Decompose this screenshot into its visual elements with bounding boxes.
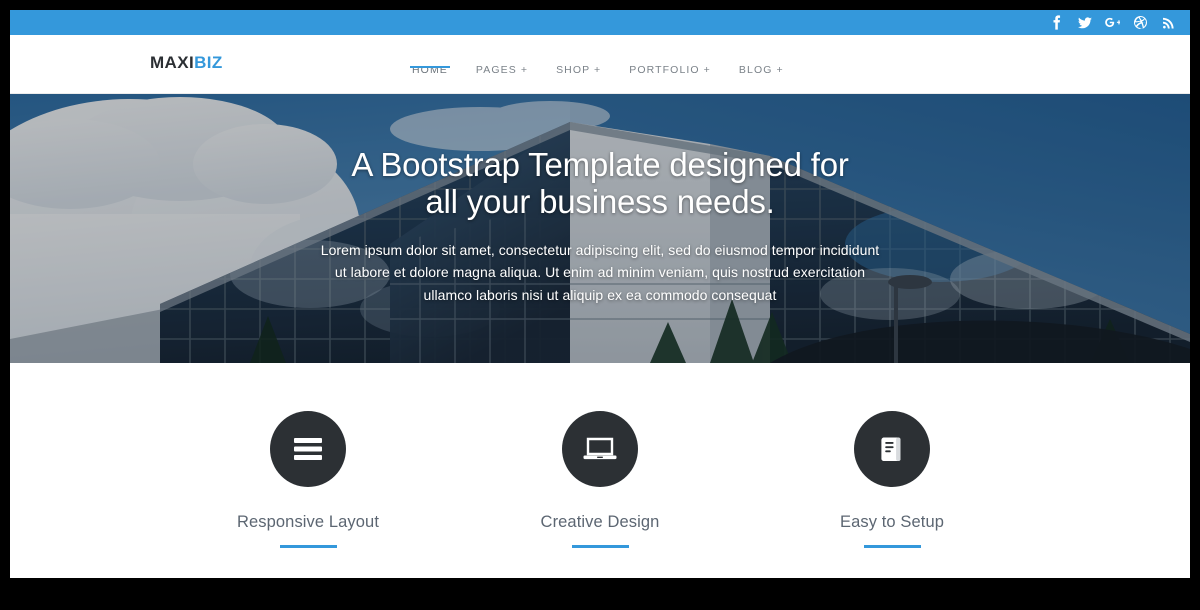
feature-responsive-layout[interactable]: Responsive Layout bbox=[162, 411, 454, 548]
rss-icon[interactable] bbox=[1161, 15, 1176, 30]
features-section: Responsive Layout Creative Design Easy t… bbox=[10, 363, 1190, 578]
site-logo[interactable]: MAXIBIZ bbox=[150, 53, 223, 73]
hero-title-line-1: A Bootstrap Template designed for bbox=[351, 146, 849, 183]
hero-text-block: A Bootstrap Template designed for all yo… bbox=[10, 146, 1190, 307]
nav-item-pages[interactable]: PAGES + bbox=[462, 64, 542, 93]
google-plus-icon[interactable] bbox=[1105, 15, 1120, 30]
logo-accent-text: BIZ bbox=[194, 53, 223, 72]
nav-item-home[interactable]: HOME bbox=[398, 64, 462, 93]
twitter-icon[interactable] bbox=[1077, 15, 1092, 30]
feature-title: Easy to Setup bbox=[839, 513, 945, 531]
screenshot-viewport: MAXIBIZ HOME PAGES + SHOP + PORTFOLIO + … bbox=[0, 0, 1200, 610]
site-header: MAXIBIZ HOME PAGES + SHOP + PORTFOLIO + … bbox=[10, 35, 1190, 94]
bars-icon bbox=[293, 436, 323, 462]
hero-title: A Bootstrap Template designed for all yo… bbox=[30, 146, 1170, 221]
hero-subtitle: Lorem ipsum dolor sit amet, consectetur … bbox=[320, 241, 880, 303]
feature-underline bbox=[571, 545, 629, 548]
nav-item-shop[interactable]: SHOP + bbox=[542, 64, 615, 93]
feature-underline bbox=[279, 545, 337, 548]
top-social-bar bbox=[10, 10, 1190, 35]
feature-underline bbox=[863, 545, 921, 548]
nav-item-blog[interactable]: BLOG + bbox=[725, 64, 798, 93]
logo-primary-text: MAXI bbox=[150, 53, 195, 72]
hero-banner: A Bootstrap Template designed for all yo… bbox=[10, 94, 1190, 363]
feature-creative-design[interactable]: Creative Design bbox=[454, 411, 746, 548]
hero-title-line-2: all your business needs. bbox=[425, 183, 775, 221]
laptop-icon bbox=[583, 436, 617, 462]
page-content: MAXIBIZ HOME PAGES + SHOP + PORTFOLIO + … bbox=[10, 10, 1190, 578]
feature-title: Creative Design bbox=[540, 513, 660, 531]
feature-icon-circle bbox=[854, 411, 930, 487]
book-icon bbox=[877, 434, 907, 464]
social-links bbox=[1049, 15, 1176, 30]
feature-icon-circle bbox=[270, 411, 346, 487]
dribbble-icon[interactable] bbox=[1133, 15, 1148, 30]
facebook-icon[interactable] bbox=[1049, 15, 1064, 30]
feature-icon-circle bbox=[562, 411, 638, 487]
feature-title: Responsive Layout bbox=[236, 513, 380, 531]
nav-item-portfolio[interactable]: PORTFOLIO + bbox=[615, 64, 725, 93]
feature-easy-to-setup[interactable]: Easy to Setup bbox=[746, 411, 1038, 548]
main-navigation: HOME PAGES + SHOP + PORTFOLIO + BLOG + bbox=[398, 35, 798, 93]
